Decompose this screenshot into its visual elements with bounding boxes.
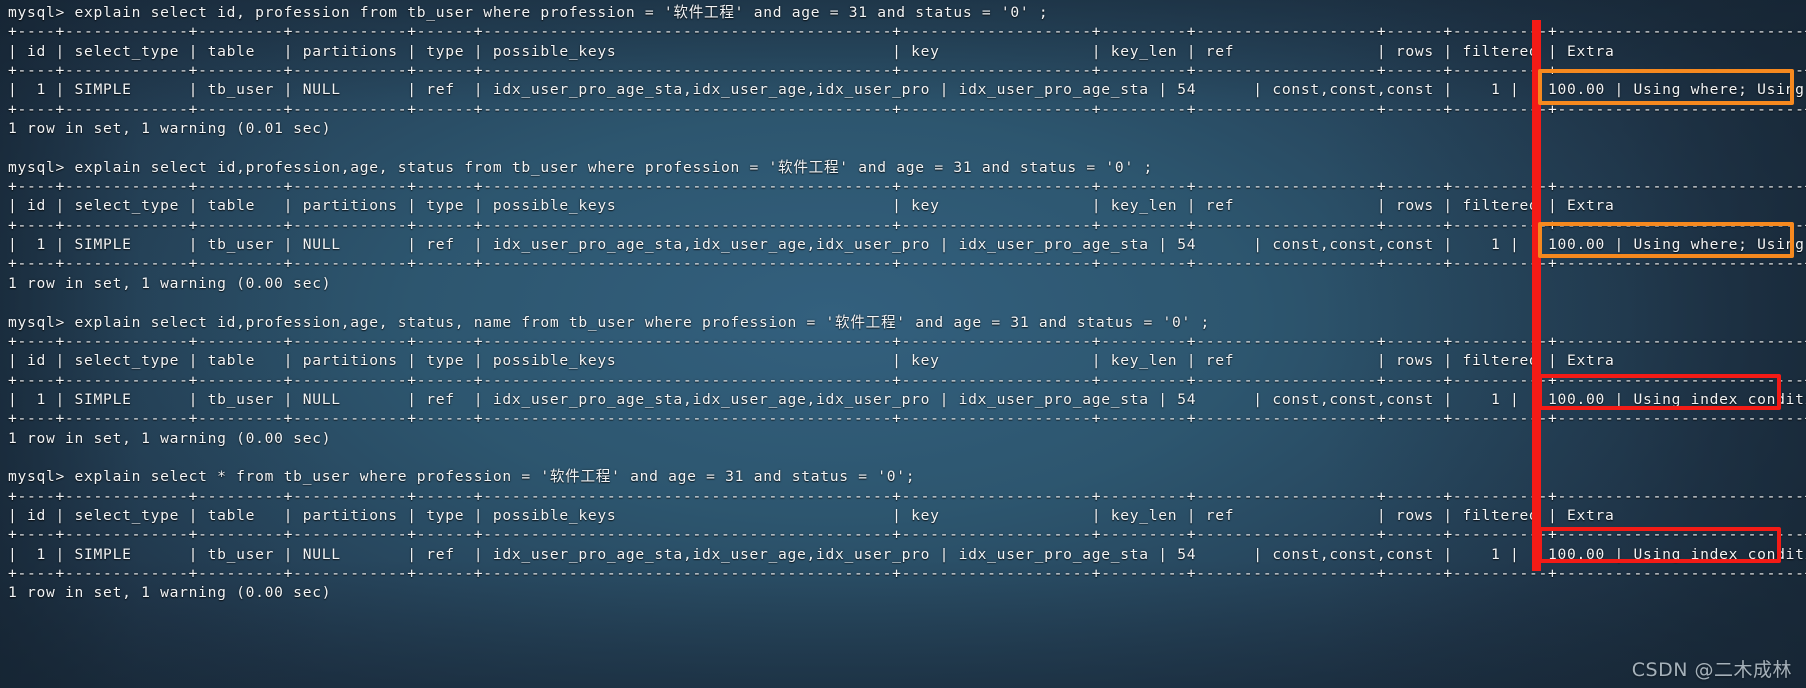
extra-highlight-box-4 <box>1538 527 1781 563</box>
extra-highlight-box-1 <box>1538 69 1794 105</box>
extra-highlight-box-3 <box>1538 374 1781 410</box>
terminal-line: 1 row in set, 1 warning (0.00 sec) <box>8 584 332 602</box>
terminal-screenshot: mysql> explain select id, profession fro… <box>0 0 1806 688</box>
extra-highlight-box-2 <box>1538 222 1794 258</box>
csdn-watermark: CSDN @二木成林 <box>1631 659 1792 681</box>
